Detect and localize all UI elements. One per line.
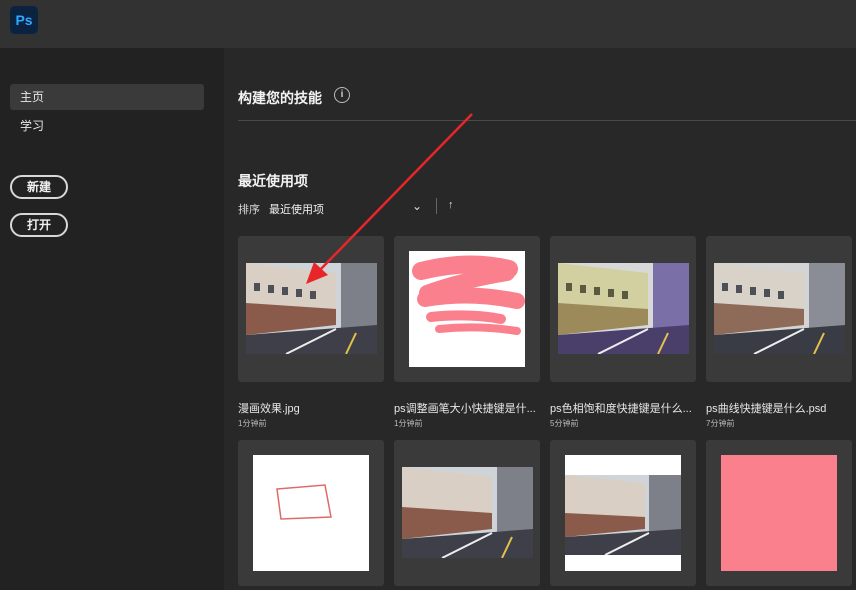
street-thumbnail bbox=[402, 467, 533, 558]
file-card[interactable] bbox=[394, 236, 540, 382]
file-card[interactable] bbox=[550, 236, 696, 382]
file-name[interactable]: ps色相饱和度快捷键是什么... bbox=[550, 400, 698, 416]
file-card[interactable] bbox=[238, 236, 384, 382]
new-button[interactable]: 新建 bbox=[10, 175, 68, 199]
pink-fill-thumbnail bbox=[721, 455, 837, 571]
main-content: 构建您的技能 i 最近使用项 排序 最近使用项 ⌄ ↑ 漫画效果.jpg 1分钟… bbox=[224, 48, 856, 590]
sidebar-item-learn[interactable]: 学习 bbox=[10, 113, 204, 139]
sort-label: 排序 bbox=[238, 204, 260, 216]
open-button[interactable]: 打开 bbox=[10, 213, 68, 237]
divider bbox=[238, 120, 856, 121]
sidebar: 主页 学习 新建 打开 bbox=[0, 48, 224, 590]
skills-title: 构建您的技能 bbox=[238, 90, 322, 106]
file-card[interactable] bbox=[238, 440, 384, 586]
sidebar-item-home[interactable]: 主页 bbox=[10, 84, 204, 110]
file-card[interactable] bbox=[706, 236, 852, 382]
file-time: 5分钟前 bbox=[550, 419, 579, 428]
file-card[interactable] bbox=[550, 440, 696, 586]
red-outline-thumbnail bbox=[253, 455, 369, 571]
file-card[interactable] bbox=[394, 440, 540, 586]
file-name[interactable]: ps曲线快捷键是什么.psd bbox=[706, 400, 854, 416]
street-tinted-thumbnail bbox=[558, 263, 689, 354]
file-time: 1分钟前 bbox=[394, 419, 423, 428]
file-time: 7分钟前 bbox=[706, 419, 735, 428]
top-bar: Ps bbox=[0, 0, 856, 48]
sort-ascending-icon[interactable]: ↑ bbox=[448, 199, 454, 211]
info-icon[interactable]: i bbox=[334, 87, 350, 103]
sort-divider bbox=[436, 198, 437, 214]
street-thumbnail bbox=[565, 455, 681, 571]
street-thumbnail bbox=[714, 263, 845, 354]
recent-title: 最近使用项 bbox=[238, 173, 308, 189]
file-name[interactable]: ps调整画笔大小快捷键是什... bbox=[394, 400, 542, 416]
photoshop-logo-icon: Ps bbox=[10, 6, 38, 34]
chevron-down-icon[interactable]: ⌄ bbox=[412, 199, 422, 213]
pink-strokes-thumbnail bbox=[409, 251, 525, 367]
file-time: 1分钟前 bbox=[238, 419, 267, 428]
file-card[interactable] bbox=[706, 440, 852, 586]
sort-select[interactable]: 最近使用项 bbox=[269, 201, 324, 217]
file-name[interactable]: 漫画效果.jpg bbox=[238, 400, 386, 416]
street-thumbnail bbox=[246, 263, 377, 354]
